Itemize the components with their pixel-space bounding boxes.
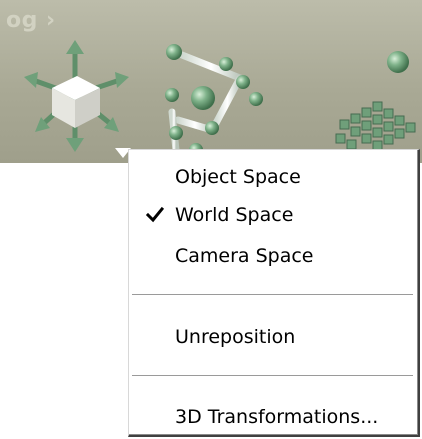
checkmark-icon <box>146 206 164 223</box>
menu-item-camera-space[interactable]: Camera Space <box>129 241 418 271</box>
scale-gizmo-icon[interactable] <box>335 51 416 151</box>
transform-space-menu: Object Space World Space Camera Space Un… <box>128 149 420 437</box>
menu-item-label: Object Space <box>175 166 301 188</box>
screenshot-stage: og › Object Space World Space Camera Spa… <box>0 0 422 439</box>
menu-item-label: Camera Space <box>175 245 314 267</box>
menu-separator <box>132 375 413 377</box>
menu-item-object-space[interactable]: Object Space <box>129 162 418 192</box>
menu-item-world-space[interactable]: World Space <box>129 200 418 230</box>
menu-item-3d-transformations[interactable]: 3D Transformations... <box>129 402 418 432</box>
menu-item-label: World Space <box>175 204 294 226</box>
move-gizmo-icon[interactable] <box>24 40 129 152</box>
menu-item-unreposition[interactable]: Unreposition <box>129 322 418 352</box>
menu-item-label: 3D Transformations... <box>175 406 379 428</box>
rotate-gizmo-icon[interactable] <box>165 44 263 157</box>
viewport-scene <box>24 40 416 158</box>
3d-viewport[interactable]: og › <box>0 0 422 163</box>
menu-item-label: Unreposition <box>175 326 296 348</box>
menu-separator <box>132 294 413 296</box>
